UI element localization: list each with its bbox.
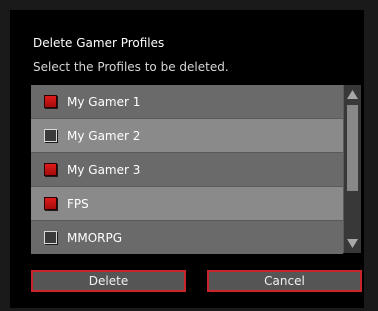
scroll-up-arrow-icon[interactable] xyxy=(344,87,361,102)
cancel-button[interactable]: Cancel xyxy=(207,270,362,292)
list-scrollbar[interactable] xyxy=(344,85,361,253)
checked-checkbox-icon[interactable] xyxy=(44,95,57,108)
unchecked-checkbox-icon[interactable] xyxy=(44,231,57,244)
profiles-listbox[interactable]: My Gamer 1 My Gamer 2 My Gamer 3 FPS MMO… xyxy=(31,85,361,254)
profiles-list: My Gamer 1 My Gamer 2 My Gamer 3 FPS MMO… xyxy=(31,85,343,254)
checked-checkbox-icon[interactable] xyxy=(44,197,57,210)
dialog-subtitle: Select the Profiles to be deleted. xyxy=(33,60,229,74)
unchecked-checkbox-icon[interactable] xyxy=(44,129,57,142)
profile-label: My Gamer 3 xyxy=(67,162,141,177)
profile-row[interactable]: My Gamer 1 xyxy=(31,85,343,118)
profile-row[interactable]: FPS xyxy=(31,187,343,220)
delete-button[interactable]: Delete xyxy=(31,270,186,292)
profile-row[interactable]: My Gamer 3 xyxy=(31,153,343,186)
checked-checkbox-icon[interactable] xyxy=(44,163,57,176)
dialog-title: Delete Gamer Profiles xyxy=(33,36,165,50)
profile-label: MMORPG xyxy=(67,230,123,245)
scroll-down-arrow-icon[interactable] xyxy=(344,236,361,251)
profile-row[interactable]: My Gamer 2 xyxy=(31,119,343,152)
scrollbar-thumb[interactable] xyxy=(347,105,358,191)
profile-label: FPS xyxy=(67,196,89,211)
profile-label: My Gamer 1 xyxy=(67,94,141,109)
profile-row[interactable]: MMORPG xyxy=(31,221,343,254)
profile-label: My Gamer 2 xyxy=(67,128,141,143)
